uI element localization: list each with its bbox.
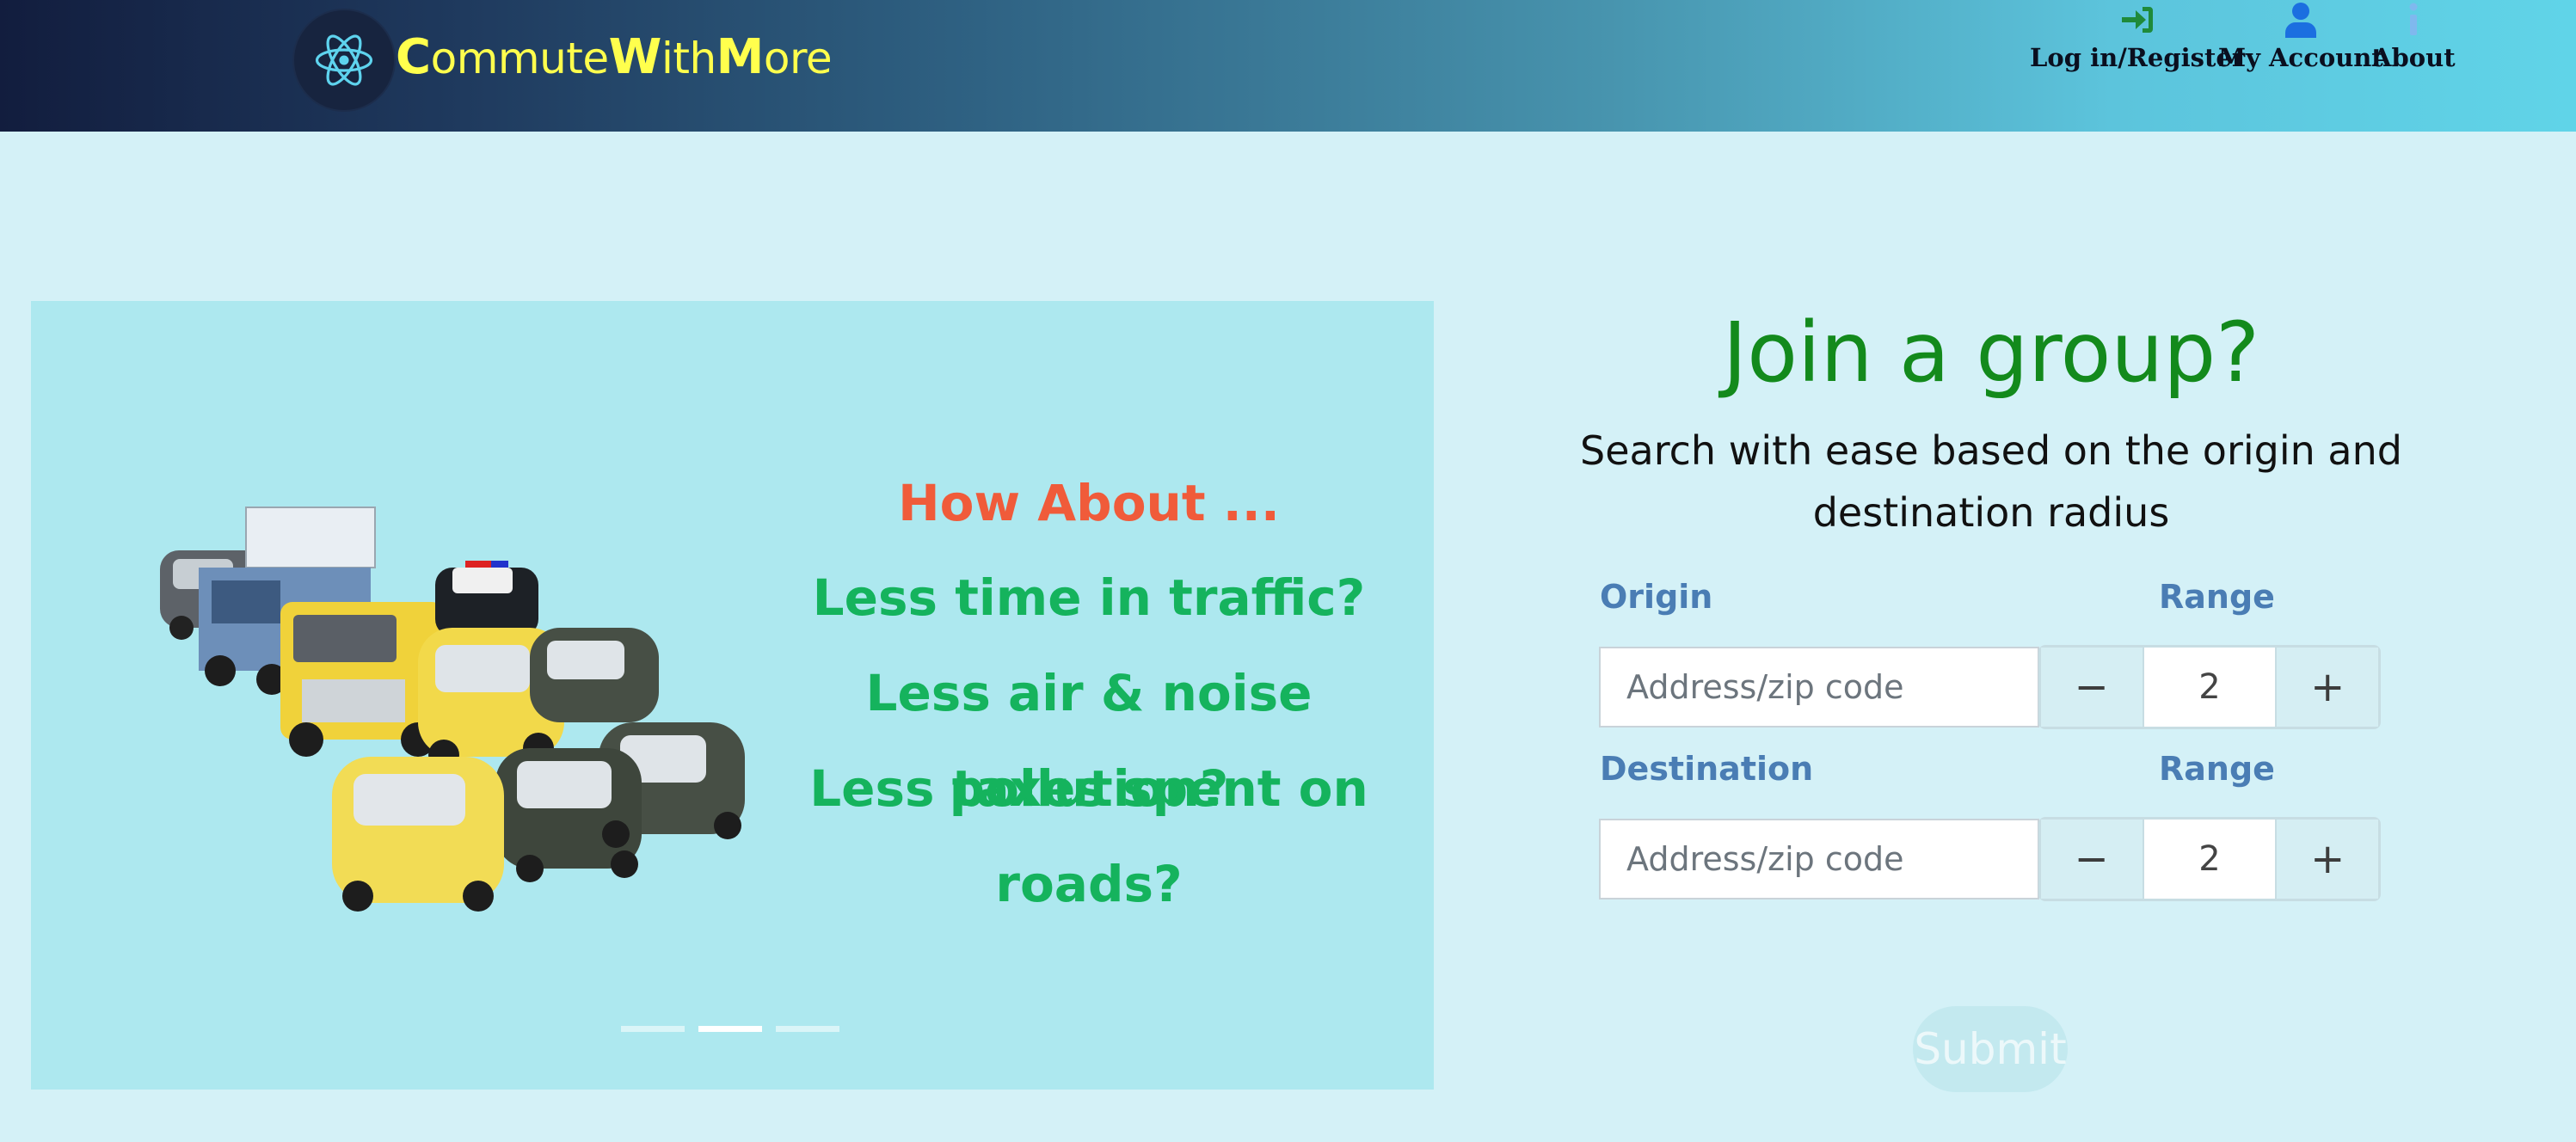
nav-login-register-label: Log in/Register: [2030, 43, 2246, 72]
carousel[interactable]: How About ... Less time in traffic? Less…: [31, 301, 1434, 1090]
brand-part: ore: [763, 34, 833, 83]
slide-line: Less time in traffic?: [812, 568, 1366, 627]
submit-button[interactable]: Submit: [1913, 1006, 2068, 1092]
destination-range-decrement-button[interactable]: −: [2041, 820, 2143, 899]
origin-range-value[interactable]: 2: [2142, 648, 2278, 727]
traffic-illustration: [160, 507, 745, 912]
brand-part: M: [716, 29, 765, 85]
brand-part: C: [396, 29, 431, 85]
user-icon: [2281, 0, 2321, 40]
brand-name[interactable]: CommuteWithMore: [396, 28, 833, 88]
slide-line: Less air & noise pollution?: [865, 664, 1313, 818]
nav-my-account-label: My Account: [2218, 43, 2383, 72]
brand-part: ith: [661, 34, 716, 83]
slide-line: Less taxes spent on roads?: [809, 759, 1368, 913]
destination-range-label: Range: [2159, 750, 2275, 788]
destination-range-increment-button[interactable]: +: [2277, 820, 2378, 899]
car-police: [435, 561, 538, 636]
origin-range-stepper: − 2 +: [2038, 645, 2381, 729]
logo[interactable]: [294, 10, 394, 110]
nav-login-register[interactable]: Log in/Register: [2030, 0, 2245, 72]
brand-part: ommute: [430, 34, 610, 83]
carousel-indicator[interactable]: [776, 1026, 839, 1032]
destination-range-value[interactable]: 2: [2142, 820, 2278, 899]
atom-icon: [315, 34, 373, 86]
origin-range-increment-button[interactable]: +: [2277, 648, 2378, 727]
origin-input[interactable]: [1599, 647, 2039, 728]
slide-heading: How About ...: [898, 474, 1280, 532]
carousel-indicator[interactable]: [621, 1026, 685, 1032]
info-icon: [2394, 0, 2433, 40]
brand-part: W: [608, 29, 662, 85]
nav-about-label: About: [2372, 43, 2456, 72]
navbar: CommuteWithMore Log in/Register My Accou…: [0, 0, 2576, 132]
destination-range-stepper: − 2 +: [2038, 817, 2381, 901]
slide-caption: How About ... Less time in traffic? Less…: [719, 456, 1459, 913]
nav-about[interactable]: About: [2372, 0, 2456, 72]
origin-label: Origin: [1600, 578, 1713, 616]
carousel-indicators: [621, 1026, 839, 1032]
carousel-indicator-active[interactable]: [698, 1026, 762, 1032]
search-title: Join a group?: [1722, 304, 2260, 401]
origin-range-label: Range: [2159, 578, 2275, 616]
car-dark-green: [495, 628, 745, 882]
destination-input[interactable]: [1599, 819, 2039, 899]
origin-range-decrement-button[interactable]: −: [2041, 648, 2143, 727]
nav-my-account[interactable]: My Account: [2218, 0, 2383, 72]
sign-in-icon: [2118, 0, 2157, 40]
destination-label: Destination: [1600, 750, 1814, 788]
car-yellow-front: [332, 757, 504, 912]
search-subtitle: Search with ease based on the origin and…: [1580, 427, 2402, 536]
